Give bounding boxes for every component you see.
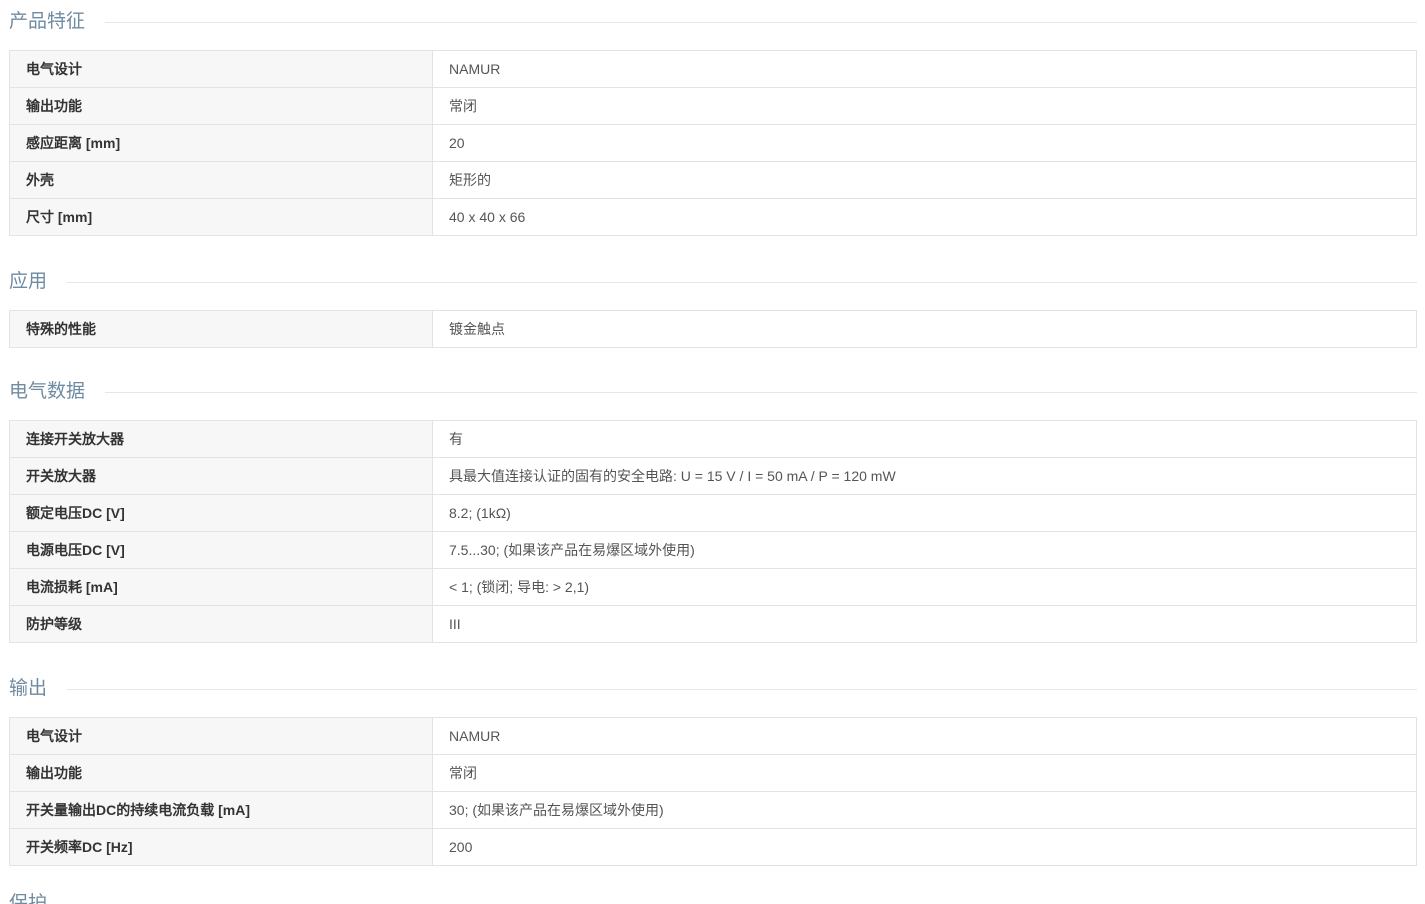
section-divider: [105, 391, 1417, 393]
spec-value: 7.5...30; (如果该产品在易爆区域外使用): [432, 531, 1417, 569]
spec-table: 特殊的性能 镀金触点: [9, 310, 1417, 348]
table-row: 电气设计 NAMUR: [9, 717, 1417, 755]
spec-value: 矩形的: [432, 161, 1417, 199]
spec-key: 额定电压DC [V]: [9, 494, 433, 532]
spec-key: 输出功能: [9, 754, 433, 792]
section-title: 电气数据: [9, 381, 86, 402]
spec-value: 200: [432, 828, 1417, 866]
spec-key: 电气设计: [9, 717, 433, 755]
table-row: 输出功能 常闭: [9, 87, 1417, 125]
section-header: 产品特征: [9, 2, 1417, 42]
spec-value: 8.2; (1kΩ): [432, 494, 1417, 532]
spec-value: 40 x 40 x 66: [432, 198, 1417, 236]
table-row: 额定电压DC [V] 8.2; (1kΩ): [9, 494, 1417, 532]
spec-key: 电源电压DC [V]: [9, 531, 433, 569]
section-header: 应用: [9, 262, 1417, 302]
table-row: 电源电压DC [V] 7.5...30; (如果该产品在易爆区域外使用): [9, 531, 1417, 569]
table-row: 开关频率DC [Hz] 200: [9, 828, 1417, 866]
spec-value: NAMUR: [432, 50, 1417, 88]
section-title: 产品特征: [9, 11, 86, 32]
spec-key: 外壳: [9, 161, 433, 199]
spec-key: 开关频率DC [Hz]: [9, 828, 433, 866]
section-header: 输出: [9, 669, 1417, 709]
section-output: 输出 电气设计 NAMUR 输出功能 常闭 开关量输出DC的持续电流负载 [mA] 3…: [9, 669, 1417, 866]
spec-key: 电流损耗 [mA]: [9, 568, 433, 606]
spec-key: 感应距离 [mm]: [9, 124, 433, 162]
spec-table: 连接开关放大器有 开关放大器 具最大值连接认证的固有的安全电路: U = 15 V…: [9, 420, 1417, 643]
table-row: 电气设计 NAMUR: [9, 50, 1417, 88]
table-row: 特殊的性能 镀金触点: [9, 310, 1417, 348]
section-electrical-data: 电气数据 连接开关放大器有 开关放大器 具最大值连接认证的固有的安全电路: U =…: [9, 372, 1417, 643]
table-row: 输出功能 常闭: [9, 754, 1417, 792]
section-product-features: 产品特征 电气设计 NAMUR 输出功能 常闭 感应距离 [mm] 20 外壳 矩形的 …: [9, 2, 1417, 236]
spec-value: 常闭: [432, 754, 1417, 792]
table-row: 连接开关放大器有: [9, 420, 1417, 458]
section-application: 应用 特殊的性能 镀金触点: [9, 262, 1417, 348]
section-header: 电气数据: [9, 372, 1417, 412]
spec-value: 具最大值连接认证的固有的安全电路: U = 15 V / I = 50 mA /…: [432, 457, 1417, 495]
spec-key: 开关量输出DC的持续电流负载 [mA]: [9, 791, 433, 829]
section-title: 输出: [9, 678, 48, 699]
spec-key: 尺寸 [mm]: [9, 198, 433, 236]
section-title: 应用: [9, 271, 48, 292]
table-row: 感应距离 [mm] 20: [9, 124, 1417, 162]
spec-value: 20: [432, 124, 1417, 162]
section-divider: [67, 688, 1417, 690]
spec-value: NAMUR: [432, 717, 1417, 755]
spec-value: 30; (如果该产品在易爆区域外使用): [432, 791, 1417, 829]
table-row: 开关放大器 具最大值连接认证的固有的安全电路: U = 15 V / I = 50…: [9, 457, 1417, 495]
spec-table: 电气设计 NAMUR 输出功能 常闭 开关量输出DC的持续电流负载 [mA] 30; …: [9, 717, 1417, 866]
spec-key: 连接开关放大器: [9, 420, 433, 458]
spec-table: 电气设计 NAMUR 输出功能 常闭 感应距离 [mm] 20 外壳 矩形的 尺寸 [m…: [9, 50, 1417, 236]
table-row: 防护等级 III: [9, 605, 1417, 643]
spec-value: 常闭: [432, 87, 1417, 125]
table-row: 尺寸 [mm] 40 x 40 x 66: [9, 198, 1417, 236]
spec-key: 输出功能: [9, 87, 433, 125]
section-divider: [67, 281, 1417, 283]
spec-value: III: [432, 605, 1417, 643]
section-divider: [105, 21, 1417, 23]
spec-key: 特殊的性能: [9, 310, 433, 348]
spec-key: 开关放大器: [9, 457, 433, 495]
spec-page: 产品特征 电气设计 NAMUR 输出功能 常闭 感应距离 [mm] 20 外壳 矩形的 …: [0, 0, 1425, 904]
table-row: 外壳 矩形的: [9, 161, 1417, 199]
spec-key: 防护等级: [9, 605, 433, 643]
spec-value: 镀金触点: [432, 310, 1417, 348]
spec-value: < 1; (锁闭; 导电: > 2,1): [432, 568, 1417, 606]
spec-value: 有: [432, 420, 1417, 458]
next-section-title: 保护: [9, 893, 48, 904]
table-row: 电流损耗 [mA] < 1; (锁闭; 导电: > 2,1): [9, 568, 1417, 606]
table-row: 开关量输出DC的持续电流负载 [mA] 30; (如果该产品在易爆区域外使用): [9, 791, 1417, 829]
spec-key: 电气设计: [9, 50, 433, 88]
